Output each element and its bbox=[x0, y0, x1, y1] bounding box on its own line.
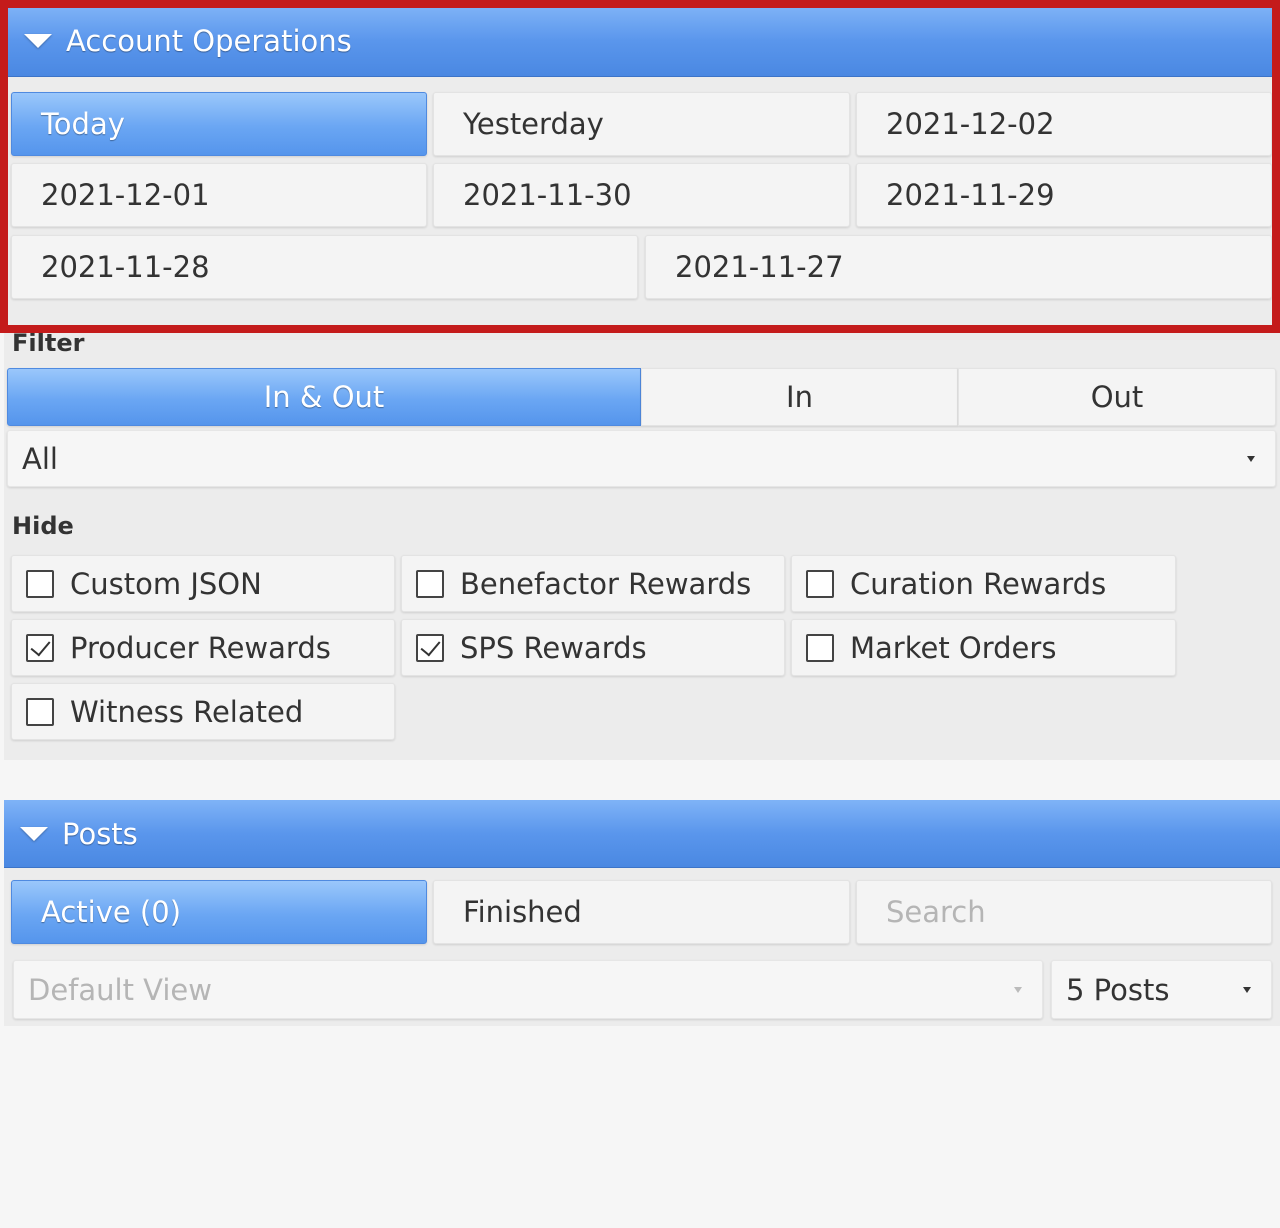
hide-option-curation-rewards[interactable]: Curation Rewards bbox=[791, 555, 1176, 612]
date-button-2021-11-30[interactable]: 2021-11-30 bbox=[433, 163, 850, 227]
checkbox-checked-icon bbox=[416, 633, 444, 662]
collapse-triangle-icon bbox=[20, 826, 48, 841]
date-button-2021-12-02[interactable]: 2021-12-02 bbox=[856, 92, 1272, 156]
filter-in-button[interactable]: In bbox=[641, 368, 958, 426]
chevron-down-icon bbox=[1243, 986, 1251, 993]
date-button-2021-11-28[interactable]: 2021-11-28 bbox=[11, 235, 638, 299]
checkbox-icon bbox=[416, 569, 444, 598]
posts-tab-active[interactable]: Active (0) bbox=[11, 880, 427, 944]
posts-search-input[interactable]: Search bbox=[856, 880, 1272, 944]
hide-option-producer-rewards[interactable]: Producer Rewards bbox=[11, 619, 395, 676]
posts-tab-finished[interactable]: Finished bbox=[433, 880, 850, 944]
checkbox-icon bbox=[806, 633, 834, 662]
chevron-down-icon bbox=[1247, 455, 1255, 462]
filter-label: Filter bbox=[12, 329, 85, 357]
checkbox-checked-icon bbox=[26, 633, 54, 662]
date-button-2021-11-29[interactable]: 2021-11-29 bbox=[856, 163, 1272, 227]
hide-option-witness-related[interactable]: Witness Related bbox=[11, 683, 395, 740]
posts-header[interactable]: Posts bbox=[4, 800, 1280, 868]
hide-option-sps-rewards[interactable]: SPS Rewards bbox=[401, 619, 785, 676]
date-button-2021-11-27[interactable]: 2021-11-27 bbox=[645, 235, 1272, 299]
posts-title: Posts bbox=[62, 816, 138, 851]
date-button-yesterday[interactable]: Yesterday bbox=[433, 92, 850, 156]
hide-option-custom-json[interactable]: Custom JSON bbox=[11, 555, 395, 612]
checkbox-icon bbox=[806, 569, 834, 598]
hide-option-market-orders[interactable]: Market Orders bbox=[791, 619, 1176, 676]
chevron-down-icon bbox=[1014, 986, 1022, 993]
hide-option-benefactor-rewards[interactable]: Benefactor Rewards bbox=[401, 555, 785, 612]
date-button-2021-12-01[interactable]: 2021-12-01 bbox=[11, 163, 427, 227]
checkbox-icon bbox=[26, 697, 54, 726]
checkbox-icon bbox=[26, 569, 54, 598]
account-operations-header[interactable]: Account Operations bbox=[8, 6, 1272, 77]
collapse-triangle-icon bbox=[24, 34, 52, 48]
filter-out-button[interactable]: Out bbox=[958, 368, 1276, 426]
operation-type-select[interactable]: All bbox=[7, 430, 1276, 487]
posts-view-select[interactable]: Default View bbox=[13, 960, 1043, 1019]
filter-in-out-button[interactable]: In & Out bbox=[7, 368, 641, 426]
date-button-today[interactable]: Today bbox=[11, 92, 427, 156]
hide-label: Hide bbox=[12, 512, 74, 540]
account-operations-title: Account Operations bbox=[66, 24, 352, 58]
posts-count-select[interactable]: 5 Posts bbox=[1051, 960, 1272, 1019]
